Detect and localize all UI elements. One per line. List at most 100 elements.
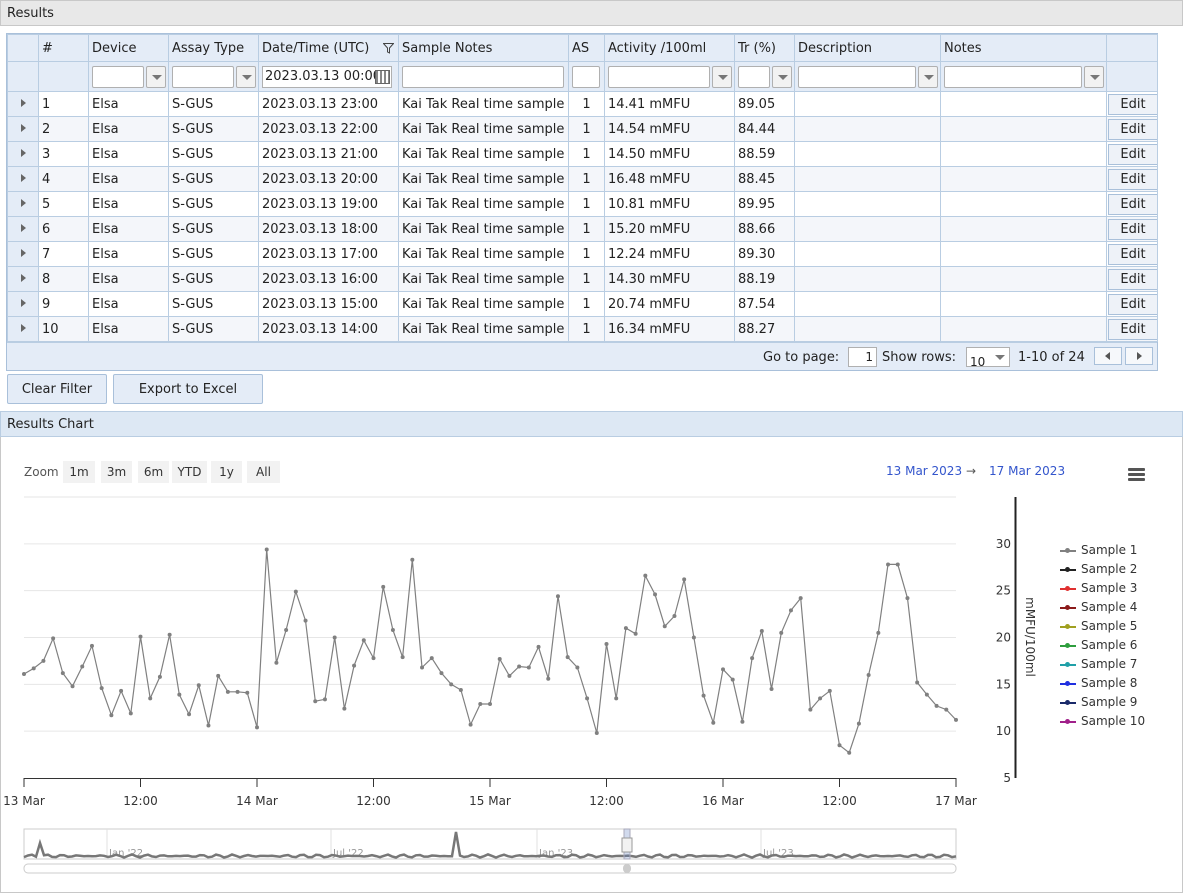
legend-item[interactable]: Sample 1 xyxy=(1058,543,1145,562)
row-activity: 10.81 mMFU xyxy=(604,191,735,217)
legend-item[interactable]: Sample 9 xyxy=(1058,695,1145,714)
assay-filter-dropdown[interactable] xyxy=(236,65,256,88)
table-row[interactable]: 9 Elsa S-GUS 2023.03.13 15:00 Kai Tak Real t… xyxy=(7,291,1158,317)
chevron-right-icon[interactable] xyxy=(20,298,26,307)
chevron-right-icon[interactable] xyxy=(20,248,26,257)
activity-filter-dropdown[interactable] xyxy=(712,65,732,88)
col-header-device[interactable]: Device xyxy=(88,34,169,62)
col-header-activity[interactable]: Activity /100ml xyxy=(604,34,735,62)
notes-filter-dropdown[interactable] xyxy=(1084,65,1104,88)
table-row[interactable]: 8 Elsa S-GUS 2023.03.13 16:00 Kai Tak Real t… xyxy=(7,266,1158,292)
notes-filter-input[interactable] xyxy=(944,65,1082,88)
legend-item[interactable]: Sample 3 xyxy=(1058,581,1145,600)
row-expand-icon[interactable] xyxy=(7,91,39,117)
col-header-sample-notes[interactable]: Sample Notes xyxy=(398,34,569,62)
chevron-right-icon[interactable] xyxy=(20,198,26,207)
legend-item[interactable]: Sample 6 xyxy=(1058,638,1145,657)
edit-button[interactable]: Edit xyxy=(1108,118,1157,140)
zoom-3m-button[interactable]: 3m xyxy=(101,461,132,483)
edit-button[interactable]: Edit xyxy=(1108,293,1157,315)
row-expand-icon[interactable] xyxy=(7,291,39,317)
prev-page-button[interactable] xyxy=(1094,347,1122,365)
col-header-number[interactable]: # xyxy=(38,34,89,62)
edit-button[interactable]: Edit xyxy=(1108,93,1157,115)
sample-notes-filter-input[interactable] xyxy=(402,65,564,88)
description-filter-input[interactable] xyxy=(798,65,916,88)
calendar-icon[interactable] xyxy=(375,69,390,84)
table-row[interactable]: 3 Elsa S-GUS 2023.03.13 21:00 Kai Tak Real t… xyxy=(7,141,1158,167)
chevron-right-icon[interactable] xyxy=(20,98,26,107)
tr-filter-dropdown[interactable] xyxy=(772,65,792,88)
clear-filter-button[interactable]: Clear Filter xyxy=(7,374,107,404)
row-device: Elsa xyxy=(88,91,169,117)
row-number: 8 xyxy=(38,266,89,292)
export-excel-button[interactable]: Export to Excel xyxy=(113,374,263,404)
chevron-right-icon[interactable] xyxy=(20,323,26,332)
chevron-right-icon[interactable] xyxy=(20,123,26,132)
chevron-right-icon[interactable] xyxy=(20,148,26,157)
zoom-1y-button[interactable]: 1y xyxy=(211,461,242,483)
edit-button[interactable]: Edit xyxy=(1108,143,1157,165)
edit-button[interactable]: Edit xyxy=(1108,193,1157,215)
legend-item[interactable]: Sample 4 xyxy=(1058,600,1145,619)
zoom-6m-button[interactable]: 6m xyxy=(138,461,169,483)
row-expand-icon[interactable] xyxy=(7,316,39,342)
row-expand-icon[interactable] xyxy=(7,216,39,242)
edit-button[interactable]: Edit xyxy=(1108,168,1157,190)
edit-button[interactable]: Edit xyxy=(1108,268,1157,290)
legend-item[interactable]: Sample 8 xyxy=(1058,676,1145,695)
row-expand-icon[interactable] xyxy=(7,191,39,217)
legend-item[interactable]: Sample 10 xyxy=(1058,714,1145,733)
row-activity: 12.24 mMFU xyxy=(604,241,735,267)
table-row[interactable]: 1 Elsa S-GUS 2023.03.13 23:00 Kai Tak Real t… xyxy=(7,91,1158,117)
next-page-button[interactable] xyxy=(1125,347,1153,365)
col-header-tr[interactable]: Tr (%) xyxy=(734,34,795,62)
col-header-description[interactable]: Description xyxy=(794,34,941,62)
chevron-right-icon[interactable] xyxy=(20,173,26,182)
zoom-1m-button[interactable]: 1m xyxy=(63,461,95,483)
chevron-right-icon[interactable] xyxy=(20,273,26,282)
goto-page-input[interactable]: 1 xyxy=(848,347,877,367)
row-activity: 16.34 mMFU xyxy=(604,316,735,342)
legend-item[interactable]: Sample 2 xyxy=(1058,562,1145,581)
zoom-all-button[interactable]: All xyxy=(247,461,280,483)
tr-filter-input[interactable] xyxy=(738,65,770,88)
chart-menu-icon[interactable] xyxy=(1128,468,1145,482)
table-row[interactable]: 10 Elsa S-GUS 2023.03.13 14:00 Kai Tak Real … xyxy=(7,316,1158,342)
device-filter-dropdown[interactable] xyxy=(146,65,166,88)
col-header-as[interactable]: AS xyxy=(568,34,605,62)
assay-filter-input[interactable] xyxy=(172,65,234,88)
zoom-ytd-button[interactable]: YTD xyxy=(172,461,207,483)
legend-item[interactable]: Sample 5 xyxy=(1058,619,1145,638)
datetime-filter-input[interactable]: 2023.03.13 00:00 xyxy=(262,65,392,88)
device-filter-input[interactable] xyxy=(92,65,144,88)
row-notes xyxy=(940,216,1107,242)
col-header-notes[interactable]: Notes xyxy=(940,34,1107,62)
row-expand-icon[interactable] xyxy=(7,141,39,167)
activity-filter-input[interactable] xyxy=(608,65,710,88)
row-sample-notes: Kai Tak Real time sample xyxy=(398,191,569,217)
table-row[interactable]: 2 Elsa S-GUS 2023.03.13 22:00 Kai Tak Real t… xyxy=(7,116,1158,142)
edit-button[interactable]: Edit xyxy=(1108,218,1157,240)
table-row[interactable]: 4 Elsa S-GUS 2023.03.13 20:00 Kai Tak Real t… xyxy=(7,166,1158,192)
chevron-right-icon[interactable] xyxy=(20,223,26,232)
edit-button[interactable]: Edit xyxy=(1108,318,1157,340)
as-filter-input[interactable] xyxy=(572,65,600,88)
col-header-assay-type[interactable]: Assay Type xyxy=(168,34,259,62)
table-row[interactable]: 7 Elsa S-GUS 2023.03.13 17:00 Kai Tak Real t… xyxy=(7,241,1158,267)
legend-item[interactable]: Sample 7 xyxy=(1058,657,1145,676)
legend-line-icon xyxy=(1060,548,1076,553)
edit-button[interactable]: Edit xyxy=(1108,243,1157,265)
row-expand-icon[interactable] xyxy=(7,266,39,292)
show-rows-select[interactable]: 10 xyxy=(966,347,1010,369)
row-expand-icon[interactable] xyxy=(7,166,39,192)
table-row[interactable]: 5 Elsa S-GUS 2023.03.13 19:00 Kai Tak Real t… xyxy=(7,191,1158,217)
range-to[interactable]: 17 Mar 2023 xyxy=(989,464,1065,478)
col-header-datetime[interactable]: Date/Time (UTC) xyxy=(258,34,399,62)
legend-line-icon xyxy=(1060,586,1076,591)
range-from[interactable]: 13 Mar 2023 xyxy=(886,464,962,478)
row-expand-icon[interactable] xyxy=(7,116,39,142)
table-row[interactable]: 6 Elsa S-GUS 2023.03.13 18:00 Kai Tak Real t… xyxy=(7,216,1158,242)
description-filter-dropdown[interactable] xyxy=(918,65,938,88)
row-expand-icon[interactable] xyxy=(7,241,39,267)
